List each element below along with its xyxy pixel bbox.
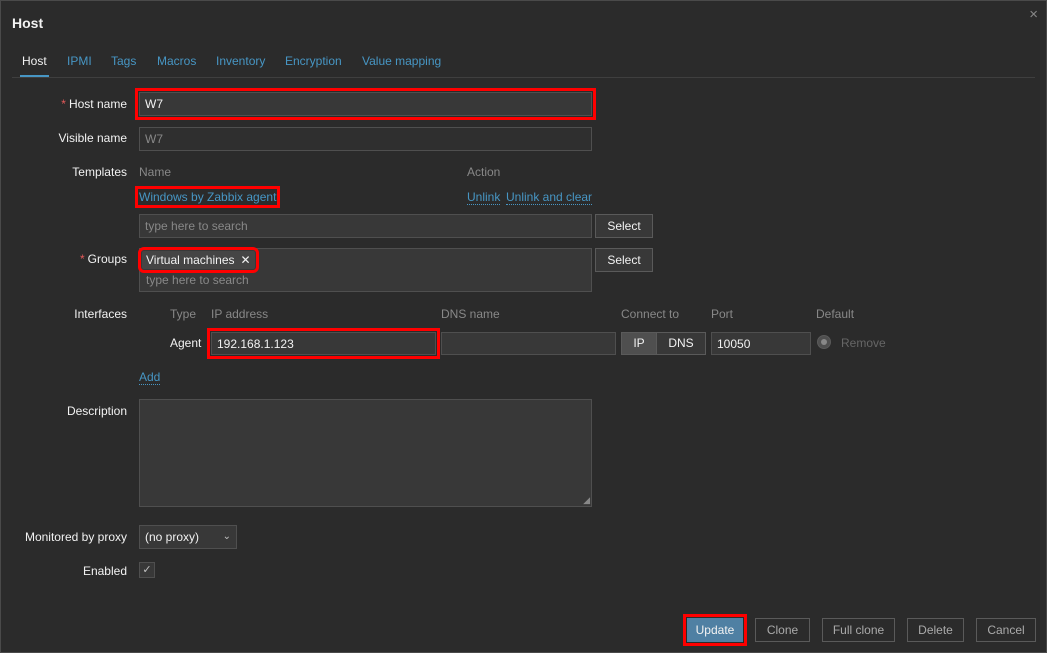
chevron-down-icon: ⌄: [222, 531, 231, 542]
required-mark: *: [61, 97, 66, 111]
host-name-input[interactable]: W7: [135, 88, 596, 120]
enabled-checkbox[interactable]: ✓: [139, 562, 155, 578]
tab-tags[interactable]: Tags: [111, 53, 136, 75]
close-icon[interactable]: ×: [1029, 6, 1038, 23]
dialog-title: Host: [12, 15, 44, 31]
dns-name-input[interactable]: [441, 332, 616, 355]
proxy-select[interactable]: (no proxy) ⌄: [139, 525, 237, 549]
templates-search-input[interactable]: type here to search: [139, 214, 592, 238]
description-label: Description: [66, 404, 127, 418]
resize-grip-icon[interactable]: ◢: [583, 496, 590, 505]
host-name-label: * Host name: [61, 97, 127, 111]
tab-inventory[interactable]: Inventory: [216, 53, 265, 75]
templates-col-name: Name: [139, 165, 172, 179]
connect-dns-button[interactable]: DNS: [656, 333, 705, 354]
iface-col-default: Default: [816, 307, 855, 321]
remove-interface-link[interactable]: Remove: [841, 336, 886, 350]
templates-select-button[interactable]: Select: [595, 214, 653, 238]
linked-template-link[interactable]: Windows by Zabbix agent: [134, 186, 281, 208]
cancel-button[interactable]: Cancel: [976, 618, 1036, 642]
host-dialog: Host × Host IPMI Tags Macros Inventory E…: [0, 0, 1047, 653]
default-radio[interactable]: [817, 335, 831, 349]
group-chip: Virtual machines ✕: [138, 247, 259, 273]
delete-button[interactable]: Delete: [907, 618, 964, 642]
tab-bar: Host IPMI Tags Macros Inventory Encrypti…: [12, 53, 1035, 78]
unlink-link[interactable]: Unlink: [467, 190, 501, 205]
visible-name-input[interactable]: W7: [139, 127, 592, 151]
description-textarea[interactable]: ◢: [139, 399, 592, 507]
required-mark: *: [79, 252, 85, 266]
tab-host[interactable]: Host: [20, 53, 49, 77]
connect-to-toggle: IP DNS: [621, 332, 706, 355]
iface-col-port: Port: [711, 307, 734, 321]
full-clone-button[interactable]: Full clone: [822, 618, 895, 642]
enabled-label: Enabled: [82, 564, 127, 578]
iface-col-type: Type: [170, 307, 197, 321]
templates-label: Templates: [72, 165, 127, 179]
proxy-select-value: (no proxy): [145, 530, 200, 544]
ip-address-input[interactable]: 192.168.1.123: [207, 328, 440, 359]
tab-macros[interactable]: Macros: [157, 53, 196, 75]
groups-select-button[interactable]: Select: [595, 248, 653, 272]
tab-value-mapping[interactable]: Value mapping: [362, 53, 441, 75]
connect-ip-button[interactable]: IP: [622, 333, 656, 354]
update-button[interactable]: Update: [683, 614, 747, 646]
remove-icon[interactable]: ✕: [241, 253, 251, 267]
proxy-label: Monitored by proxy: [24, 530, 127, 544]
tab-ipmi[interactable]: IPMI: [67, 53, 92, 75]
port-input[interactable]: 10050: [711, 332, 811, 355]
group-chip-label: Virtual machines: [146, 253, 235, 267]
templates-col-action: Action: [467, 165, 501, 179]
iface-col-connect: Connect to: [621, 307, 680, 321]
groups-label: * Groups: [79, 252, 127, 266]
iface-col-ip: IP address: [211, 307, 269, 321]
iface-type: Agent: [170, 336, 202, 350]
interfaces-label: Interfaces: [74, 307, 127, 321]
iface-col-dns: DNS name: [441, 307, 500, 321]
tab-encryption[interactable]: Encryption: [285, 53, 342, 75]
groups-search-placeholder[interactable]: type here to search: [146, 273, 249, 287]
visible-name-label: Visible name: [58, 131, 127, 145]
clone-button[interactable]: Clone: [755, 618, 810, 642]
unlink-and-clear-link[interactable]: Unlink and clear: [506, 190, 593, 205]
add-interface-link[interactable]: Add: [139, 370, 161, 385]
